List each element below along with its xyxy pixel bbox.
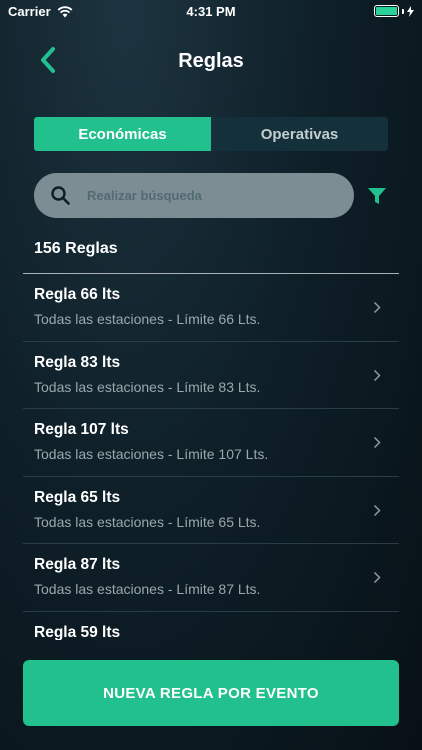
list-item[interactable]: Regla 59 lts xyxy=(23,612,399,641)
rules-count: 156 Reglas xyxy=(34,240,118,257)
list-item-subtitle: Todas las estaciones - Límite 83 Lts. xyxy=(34,378,261,395)
list-item-subtitle: Todas las estaciones - Límite 87 Lts. xyxy=(34,581,261,597)
tab-economicas[interactable]: Económicas xyxy=(34,117,211,151)
rules-list: Regla 66 lts Todas las estaciones - Lími… xyxy=(23,274,399,640)
charging-icon xyxy=(407,5,414,17)
list-item[interactable]: Regla 65 lts Todas las estaciones - Lími… xyxy=(23,477,399,544)
list-item-subtitle: Todas las estaciones - Límite 107 Lts. xyxy=(34,446,269,462)
chevron-right-icon xyxy=(373,504,381,516)
chevron-right-icon xyxy=(373,301,381,314)
list-item-title: Regla 83 lts xyxy=(34,353,121,371)
search-input[interactable] xyxy=(87,188,317,203)
list-item[interactable]: Regla 66 lts Todas las estaciones - Lími… xyxy=(23,274,399,342)
list-item-title: Regla 66 lts xyxy=(34,286,121,303)
list-item-title: Regla 59 lts xyxy=(34,623,121,641)
search-bar xyxy=(34,173,354,218)
status-bar: Carrier 4:31 PM xyxy=(0,0,422,24)
chevron-right-icon xyxy=(373,369,381,381)
list-item-title: Regla 65 lts xyxy=(34,488,121,506)
search-icon xyxy=(51,186,70,205)
status-time: 4:31 PM xyxy=(186,4,236,19)
list-item[interactable]: Regla 83 lts Todas las estaciones - Lími… xyxy=(23,342,399,409)
battery-icon xyxy=(374,5,399,17)
chevron-right-icon xyxy=(373,436,381,449)
filter-button[interactable] xyxy=(364,183,390,209)
chevron-right-icon xyxy=(373,571,381,584)
filter-icon xyxy=(368,188,386,204)
page-title: Reglas xyxy=(178,50,244,72)
list-item-subtitle: Todas las estaciones - Límite 65 Lts. xyxy=(34,513,261,530)
list-item[interactable]: Regla 87 lts Todas las estaciones - Lími… xyxy=(23,544,399,612)
list-item-title: Regla 107 lts xyxy=(34,421,129,438)
tab-operativas[interactable]: Operativas xyxy=(211,117,388,151)
list-item-subtitle: Todas las estaciones - Límite 66 Lts. xyxy=(34,311,261,327)
list-item-title: Regla 87 lts xyxy=(34,556,121,573)
tab-bar: Económicas Operativas xyxy=(34,117,388,151)
list-item[interactable]: Regla 107 lts Todas las estaciones - Lím… xyxy=(23,409,399,477)
new-rule-button[interactable]: NUEVA REGLA POR EVENTO xyxy=(23,660,399,726)
navigation-bar: Reglas xyxy=(0,40,422,84)
